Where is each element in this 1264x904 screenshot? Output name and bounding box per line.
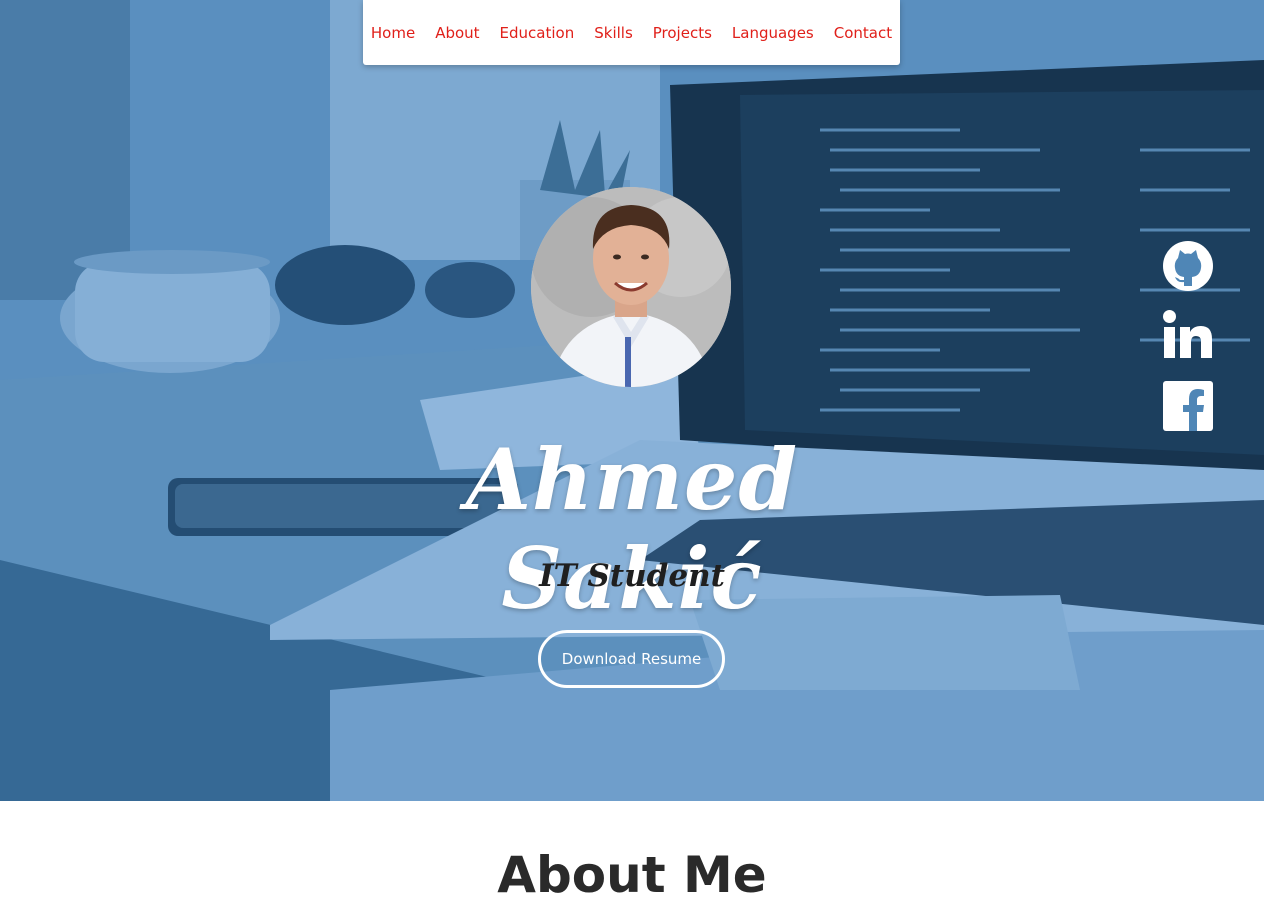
main-navigation: Home About Education Skills Projects Lan… [363,0,900,65]
profile-avatar [531,187,731,387]
nav-skills-link[interactable]: Skills [594,24,633,42]
github-icon [1163,241,1213,291]
facebook-link[interactable] [1163,381,1213,431]
nav-languages-link[interactable]: Languages [732,24,814,42]
linkedin-icon [1163,310,1212,358]
facebook-icon [1163,381,1213,431]
nav-about-link[interactable]: About [435,24,479,42]
nav-education-link[interactable]: Education [500,24,575,42]
hero-name: Ahmed Sakić [465,430,799,628]
nav-projects-link[interactable]: Projects [653,24,712,42]
linkedin-link[interactable] [1163,310,1213,360]
download-resume-button[interactable]: Download Resume [538,630,725,688]
nav-home-link[interactable]: Home [371,24,415,42]
github-link[interactable] [1163,241,1213,291]
nav-contact-link[interactable]: Contact [834,24,892,42]
about-section-title: About Me [497,846,767,904]
hero-subtitle: IT Student [539,558,725,594]
